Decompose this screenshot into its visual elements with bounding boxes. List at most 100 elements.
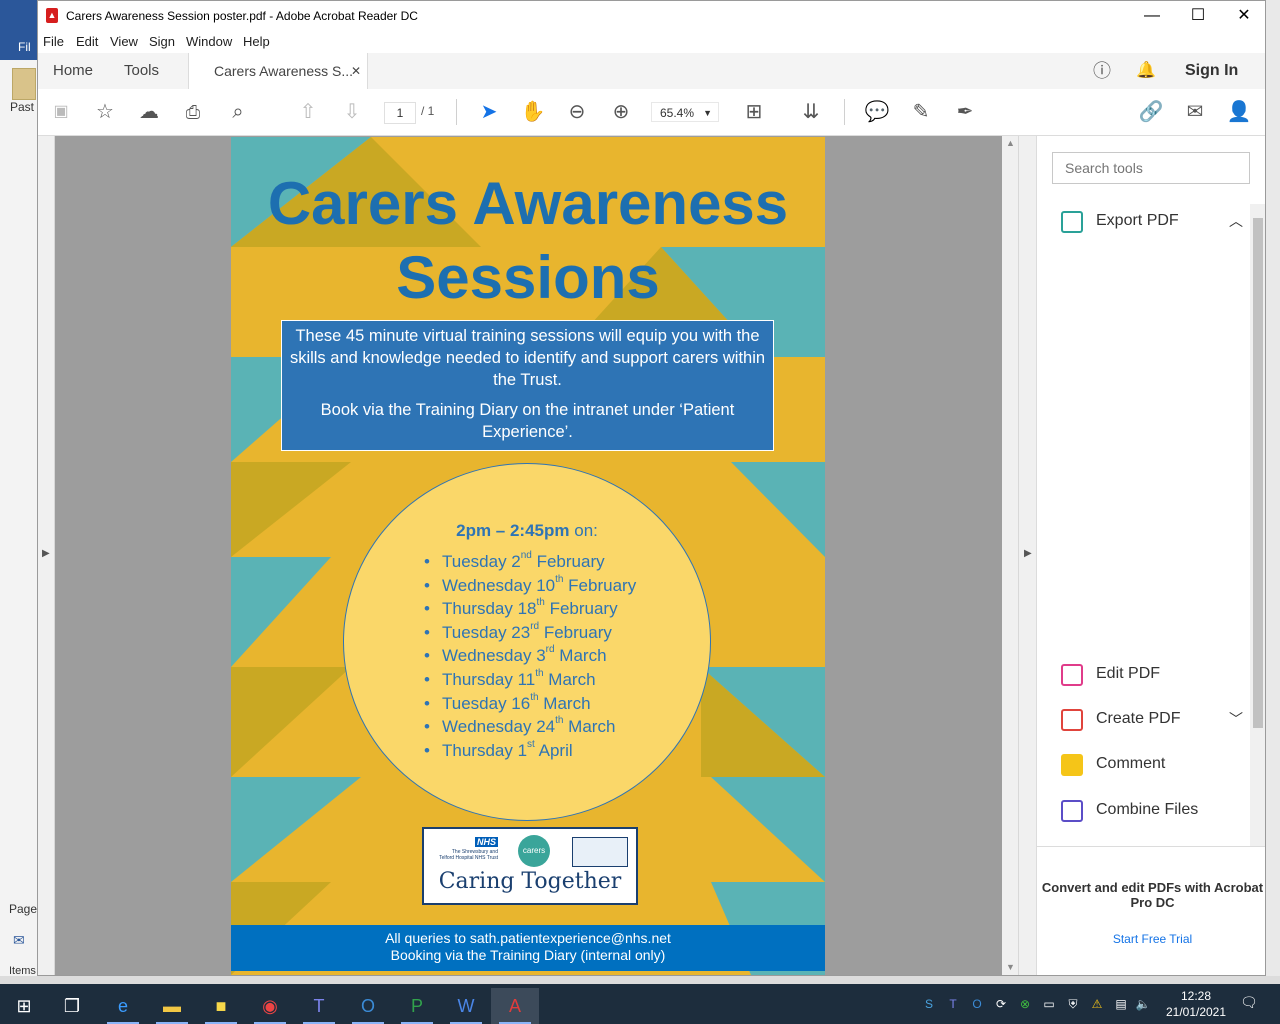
- session-day: Wednesday 3: [442, 646, 546, 666]
- collapse-right-icon[interactable]: ▶: [1024, 548, 1032, 559]
- caring-together-text: Caring Together: [438, 869, 622, 894]
- comment-tool-icon: [1061, 754, 1083, 776]
- share-link-icon[interactable]: 🔗: [1138, 99, 1164, 125]
- session-month: February: [539, 622, 612, 642]
- session-month: March: [563, 717, 616, 737]
- highlight-pen-icon[interactable]: ✎: [908, 99, 934, 125]
- shield-tray-icon[interactable]: ⛨: [1065, 996, 1081, 1012]
- email-icon[interactable]: ✉: [1182, 99, 1208, 125]
- network-icon[interactable]: ▤: [1113, 996, 1129, 1012]
- usb-tray-icon[interactable]: ▭: [1041, 996, 1057, 1012]
- tab-document[interactable]: Carers Awareness S... ✕: [188, 53, 368, 90]
- tool-comment[interactable]: Comment: [1061, 749, 1251, 779]
- notifications-icon[interactable]: 🗨: [1240, 994, 1258, 1010]
- teams-icon[interactable]: T: [295, 988, 343, 1024]
- session-date-item: Wednesday 10th February: [424, 574, 636, 598]
- select-cursor-icon[interactable]: ➤: [476, 99, 502, 125]
- tool-export-pdf[interactable]: Export PDF ︿: [1061, 206, 1251, 236]
- print-icon[interactable]: ⎙: [180, 99, 206, 125]
- tab-document-label: Carers Awareness S...: [214, 63, 354, 79]
- paste-icon[interactable]: [12, 68, 36, 100]
- window-title: Carers Awareness Session poster.pdf - Ad…: [66, 9, 418, 23]
- menu-view[interactable]: View: [110, 34, 138, 49]
- tools-scrollbar[interactable]: [1250, 204, 1265, 846]
- next-page-icon[interactable]: ⇩: [339, 99, 365, 125]
- menu-edit[interactable]: Edit: [76, 34, 98, 49]
- acrobat-taskbar-icon[interactable]: A: [491, 988, 539, 1024]
- save-icon[interactable]: ▣: [48, 99, 74, 125]
- menu-window[interactable]: Window: [186, 34, 232, 49]
- page-number-input[interactable]: 1: [384, 102, 416, 124]
- clock[interactable]: 12:28 21/01/2021: [1160, 988, 1232, 1020]
- zoom-level-value: 65.4%: [660, 106, 695, 120]
- left-pane-toggle[interactable]: ▶: [38, 136, 55, 975]
- chevron-down-icon[interactable]: ﹀: [1229, 704, 1243, 734]
- minimize-button[interactable]: —: [1129, 1, 1175, 31]
- menu-help[interactable]: Help: [243, 34, 270, 49]
- expand-left-icon[interactable]: ▶: [42, 548, 50, 559]
- tool-create-pdf[interactable]: Create PDF ﹀: [1061, 704, 1251, 734]
- chrome-icon[interactable]: ◉: [246, 988, 294, 1024]
- search-icon[interactable]: ⌕: [225, 99, 251, 125]
- tab-home[interactable]: Home: [53, 53, 93, 89]
- edge-icon[interactable]: e: [99, 988, 147, 1024]
- task-view-icon[interactable]: ❐: [48, 988, 96, 1024]
- publisher-icon[interactable]: P: [393, 988, 441, 1024]
- sync-tray-icon[interactable]: ⟳: [993, 996, 1009, 1012]
- footer-booking: Booking via the Training Diary (internal…: [390, 947, 666, 963]
- upload-cloud-icon[interactable]: ☁: [136, 99, 162, 125]
- sign-pen-icon[interactable]: ✒: [952, 99, 978, 125]
- menu-file[interactable]: File: [43, 34, 64, 49]
- mail-icon[interactable]: ✉: [13, 932, 25, 949]
- word-icon[interactable]: W: [442, 988, 490, 1024]
- intro-text: These 45 minute virtual training session…: [289, 327, 766, 389]
- scroll-mode-icon[interactable]: ⇊: [798, 99, 824, 125]
- bookmark-star-icon[interactable]: ☆: [92, 99, 118, 125]
- menu-sign[interactable]: Sign: [149, 34, 175, 49]
- add-user-icon[interactable]: 👤: [1226, 99, 1252, 125]
- poster-title: Carers Awareness Sessions: [231, 167, 825, 315]
- zoom-level-select[interactable]: 65.4% ▼: [651, 102, 719, 122]
- tool-combine-files-label: Combine Files: [1096, 801, 1199, 818]
- right-pane-toggle[interactable]: ▶: [1018, 136, 1037, 975]
- document-area[interactable]: ▶ Carers Awareness Sessions These 45 min…: [38, 136, 1037, 975]
- warning-tray-icon[interactable]: ⚠: [1089, 996, 1105, 1012]
- close-button[interactable]: ✕: [1221, 1, 1265, 31]
- comment-icon[interactable]: 💬: [864, 99, 890, 125]
- start-free-trial-link[interactable]: Start Free Trial: [1037, 932, 1265, 946]
- volume-icon[interactable]: 🔈: [1135, 996, 1151, 1012]
- zoom-out-icon[interactable]: ⊖: [564, 99, 590, 125]
- tools-scroll-thumb[interactable]: [1253, 218, 1263, 728]
- tool-combine-files[interactable]: Combine Files: [1061, 795, 1251, 825]
- windows-start-icon[interactable]: ⊞: [0, 988, 48, 1024]
- skype-tray-icon[interactable]: S: [921, 996, 937, 1012]
- background-page-label: Page: [9, 902, 38, 916]
- security-tray-icon[interactable]: ⊗: [1017, 996, 1033, 1012]
- background-file-menu[interactable]: Fil: [18, 40, 31, 54]
- chevron-up-icon[interactable]: ︿: [1229, 206, 1243, 236]
- teams-tray-icon[interactable]: T: [945, 996, 961, 1012]
- page-fit-icon[interactable]: ⊞: [741, 99, 767, 125]
- previous-page-icon[interactable]: ⇧: [295, 99, 321, 125]
- document-scrollbar[interactable]: ▲ ▼: [1002, 136, 1018, 975]
- maximize-button[interactable]: ☐: [1175, 1, 1221, 31]
- sign-in-button[interactable]: Sign In: [1185, 53, 1238, 89]
- scroll-down-icon[interactable]: ▼: [1006, 962, 1015, 972]
- scroll-up-icon[interactable]: ▲: [1006, 138, 1015, 148]
- outlook-tray-icon[interactable]: O: [969, 996, 985, 1012]
- tool-edit-pdf-label: Edit PDF: [1096, 665, 1161, 682]
- sticky-notes-icon[interactable]: ■: [197, 988, 245, 1024]
- hand-tool-icon[interactable]: ✋: [520, 99, 546, 125]
- help-icon[interactable]: ⓘ: [1093, 53, 1111, 89]
- nhs-logo: NHS: [475, 837, 499, 847]
- tool-edit-pdf[interactable]: Edit PDF: [1061, 659, 1251, 689]
- tab-tools[interactable]: Tools: [124, 53, 159, 89]
- file-explorer-icon[interactable]: ▬: [148, 988, 196, 1024]
- export-pdf-icon: [1061, 211, 1083, 233]
- search-tools-input[interactable]: [1052, 152, 1250, 184]
- notification-bell-icon[interactable]: 🔔: [1136, 53, 1156, 89]
- outlook-icon[interactable]: O: [344, 988, 392, 1024]
- zoom-in-icon[interactable]: ⊕: [608, 99, 634, 125]
- tab-close-icon[interactable]: ✕: [351, 53, 361, 89]
- taskbar: ⊞ ❐ e ▬ ■ ◉ T O P W A S T O ⟳ ⊗ ▭ ⛨ ⚠ ▤ …: [0, 984, 1280, 1024]
